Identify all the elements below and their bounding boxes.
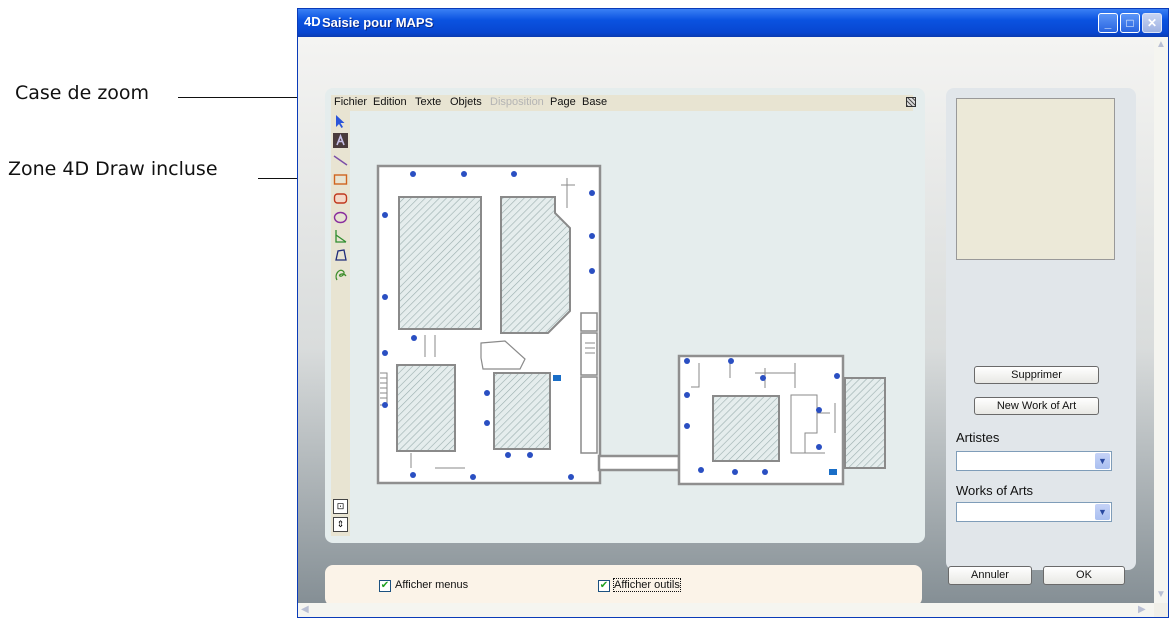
side-panel: Supprimer New Work of Art Artistes ▼ Wor… <box>946 88 1136 570</box>
menu-page[interactable]: Page <box>550 96 576 108</box>
line-tool-icon[interactable] <box>333 153 348 168</box>
scroll-left-icon[interactable]: ◀ <box>301 604 309 615</box>
show-menus-checkbox[interactable]: ✔ <box>379 580 391 592</box>
form-area: Fichier Edition Texte Objets Disposition… <box>298 37 1154 606</box>
draw-toolbar: ⊡ ⇕ <box>331 111 350 536</box>
menu-edition[interactable]: Edition <box>373 96 407 108</box>
menu-disposition: Disposition <box>490 96 544 108</box>
rounded-rectangle-tool-icon[interactable] <box>333 191 348 206</box>
maximize-button[interactable]: □ <box>1120 13 1140 33</box>
scroll-down-icon[interactable]: ▼ <box>1156 589 1166 600</box>
chevron-down-icon[interactable]: ▼ <box>1095 504 1110 520</box>
text-tool-icon[interactable] <box>333 133 348 148</box>
draw-menubar: Fichier Edition Texte Objets Disposition… <box>331 95 916 111</box>
floor-plan-drawing <box>375 163 915 543</box>
zoom-box-callout: Case de zoom <box>15 82 150 104</box>
polygon-tool-icon[interactable] <box>333 248 348 263</box>
show-tools-checkbox[interactable]: ✔ <box>598 580 610 592</box>
artists-select[interactable]: ▼ <box>956 451 1112 471</box>
show-menus-label[interactable]: Afficher menus <box>395 579 468 591</box>
minimize-button[interactable]: _ <box>1098 13 1118 33</box>
app-logo-icon: 4D <box>304 14 321 29</box>
menu-fichier[interactable]: Fichier <box>334 96 367 108</box>
delete-button[interactable]: Supprimer <box>974 366 1099 384</box>
options-bar: ✔ Afficher menus ✔ Afficher outils <box>325 565 922 606</box>
arrow-tool-icon[interactable] <box>333 114 348 129</box>
menu-texte[interactable]: Texte <box>415 96 441 108</box>
close-button[interactable]: ✕ <box>1142 13 1162 33</box>
scroll-toggle-icon[interactable]: ⇕ <box>333 517 348 532</box>
ok-button[interactable]: OK <box>1043 566 1125 585</box>
cancel-button[interactable]: Annuler <box>948 566 1032 585</box>
scroll-up-icon[interactable]: ▲ <box>1156 39 1166 50</box>
scroll-right-icon[interactable]: ▶ <box>1138 604 1146 615</box>
works-select[interactable]: ▼ <box>956 502 1112 522</box>
artists-label: Artistes <box>956 430 1000 445</box>
minimize-icon: _ <box>1104 16 1112 30</box>
app-window: 4D Saisie pour MAPS _ □ ✕ Fichier Editio… <box>297 8 1169 618</box>
menu-base[interactable]: Base <box>582 96 607 108</box>
draw-area[interactable]: Fichier Edition Texte Objets Disposition… <box>325 88 925 543</box>
window-title: Saisie pour MAPS <box>322 15 434 30</box>
oval-tool-icon[interactable] <box>333 210 348 225</box>
new-work-of-art-button[interactable]: New Work of Art <box>974 397 1099 415</box>
image-preview[interactable] <box>956 98 1115 260</box>
page-view-icon[interactable]: ⊡ <box>333 499 348 514</box>
menu-objets[interactable]: Objets <box>450 96 482 108</box>
freehand-tool-icon[interactable] <box>333 267 348 282</box>
close-icon: ✕ <box>1146 16 1158 30</box>
draw-area-callout: Zone 4D Draw incluse <box>8 158 218 180</box>
polyline-tool-icon[interactable] <box>333 229 348 244</box>
vertical-scrollbar[interactable]: ▲ ▼ <box>1154 37 1168 603</box>
rectangle-tool-icon[interactable] <box>333 172 348 187</box>
maximize-icon: □ <box>1126 16 1134 30</box>
chevron-down-icon[interactable]: ▼ <box>1095 453 1110 469</box>
works-label: Works of Arts <box>956 483 1034 498</box>
zoom-box-button[interactable] <box>906 97 916 107</box>
horizontal-scrollbar[interactable]: ◀ ▶ <box>298 603 1154 617</box>
show-tools-label[interactable]: Afficher outils <box>613 578 681 592</box>
title-bar[interactable]: 4D Saisie pour MAPS _ □ ✕ <box>298 9 1168 37</box>
